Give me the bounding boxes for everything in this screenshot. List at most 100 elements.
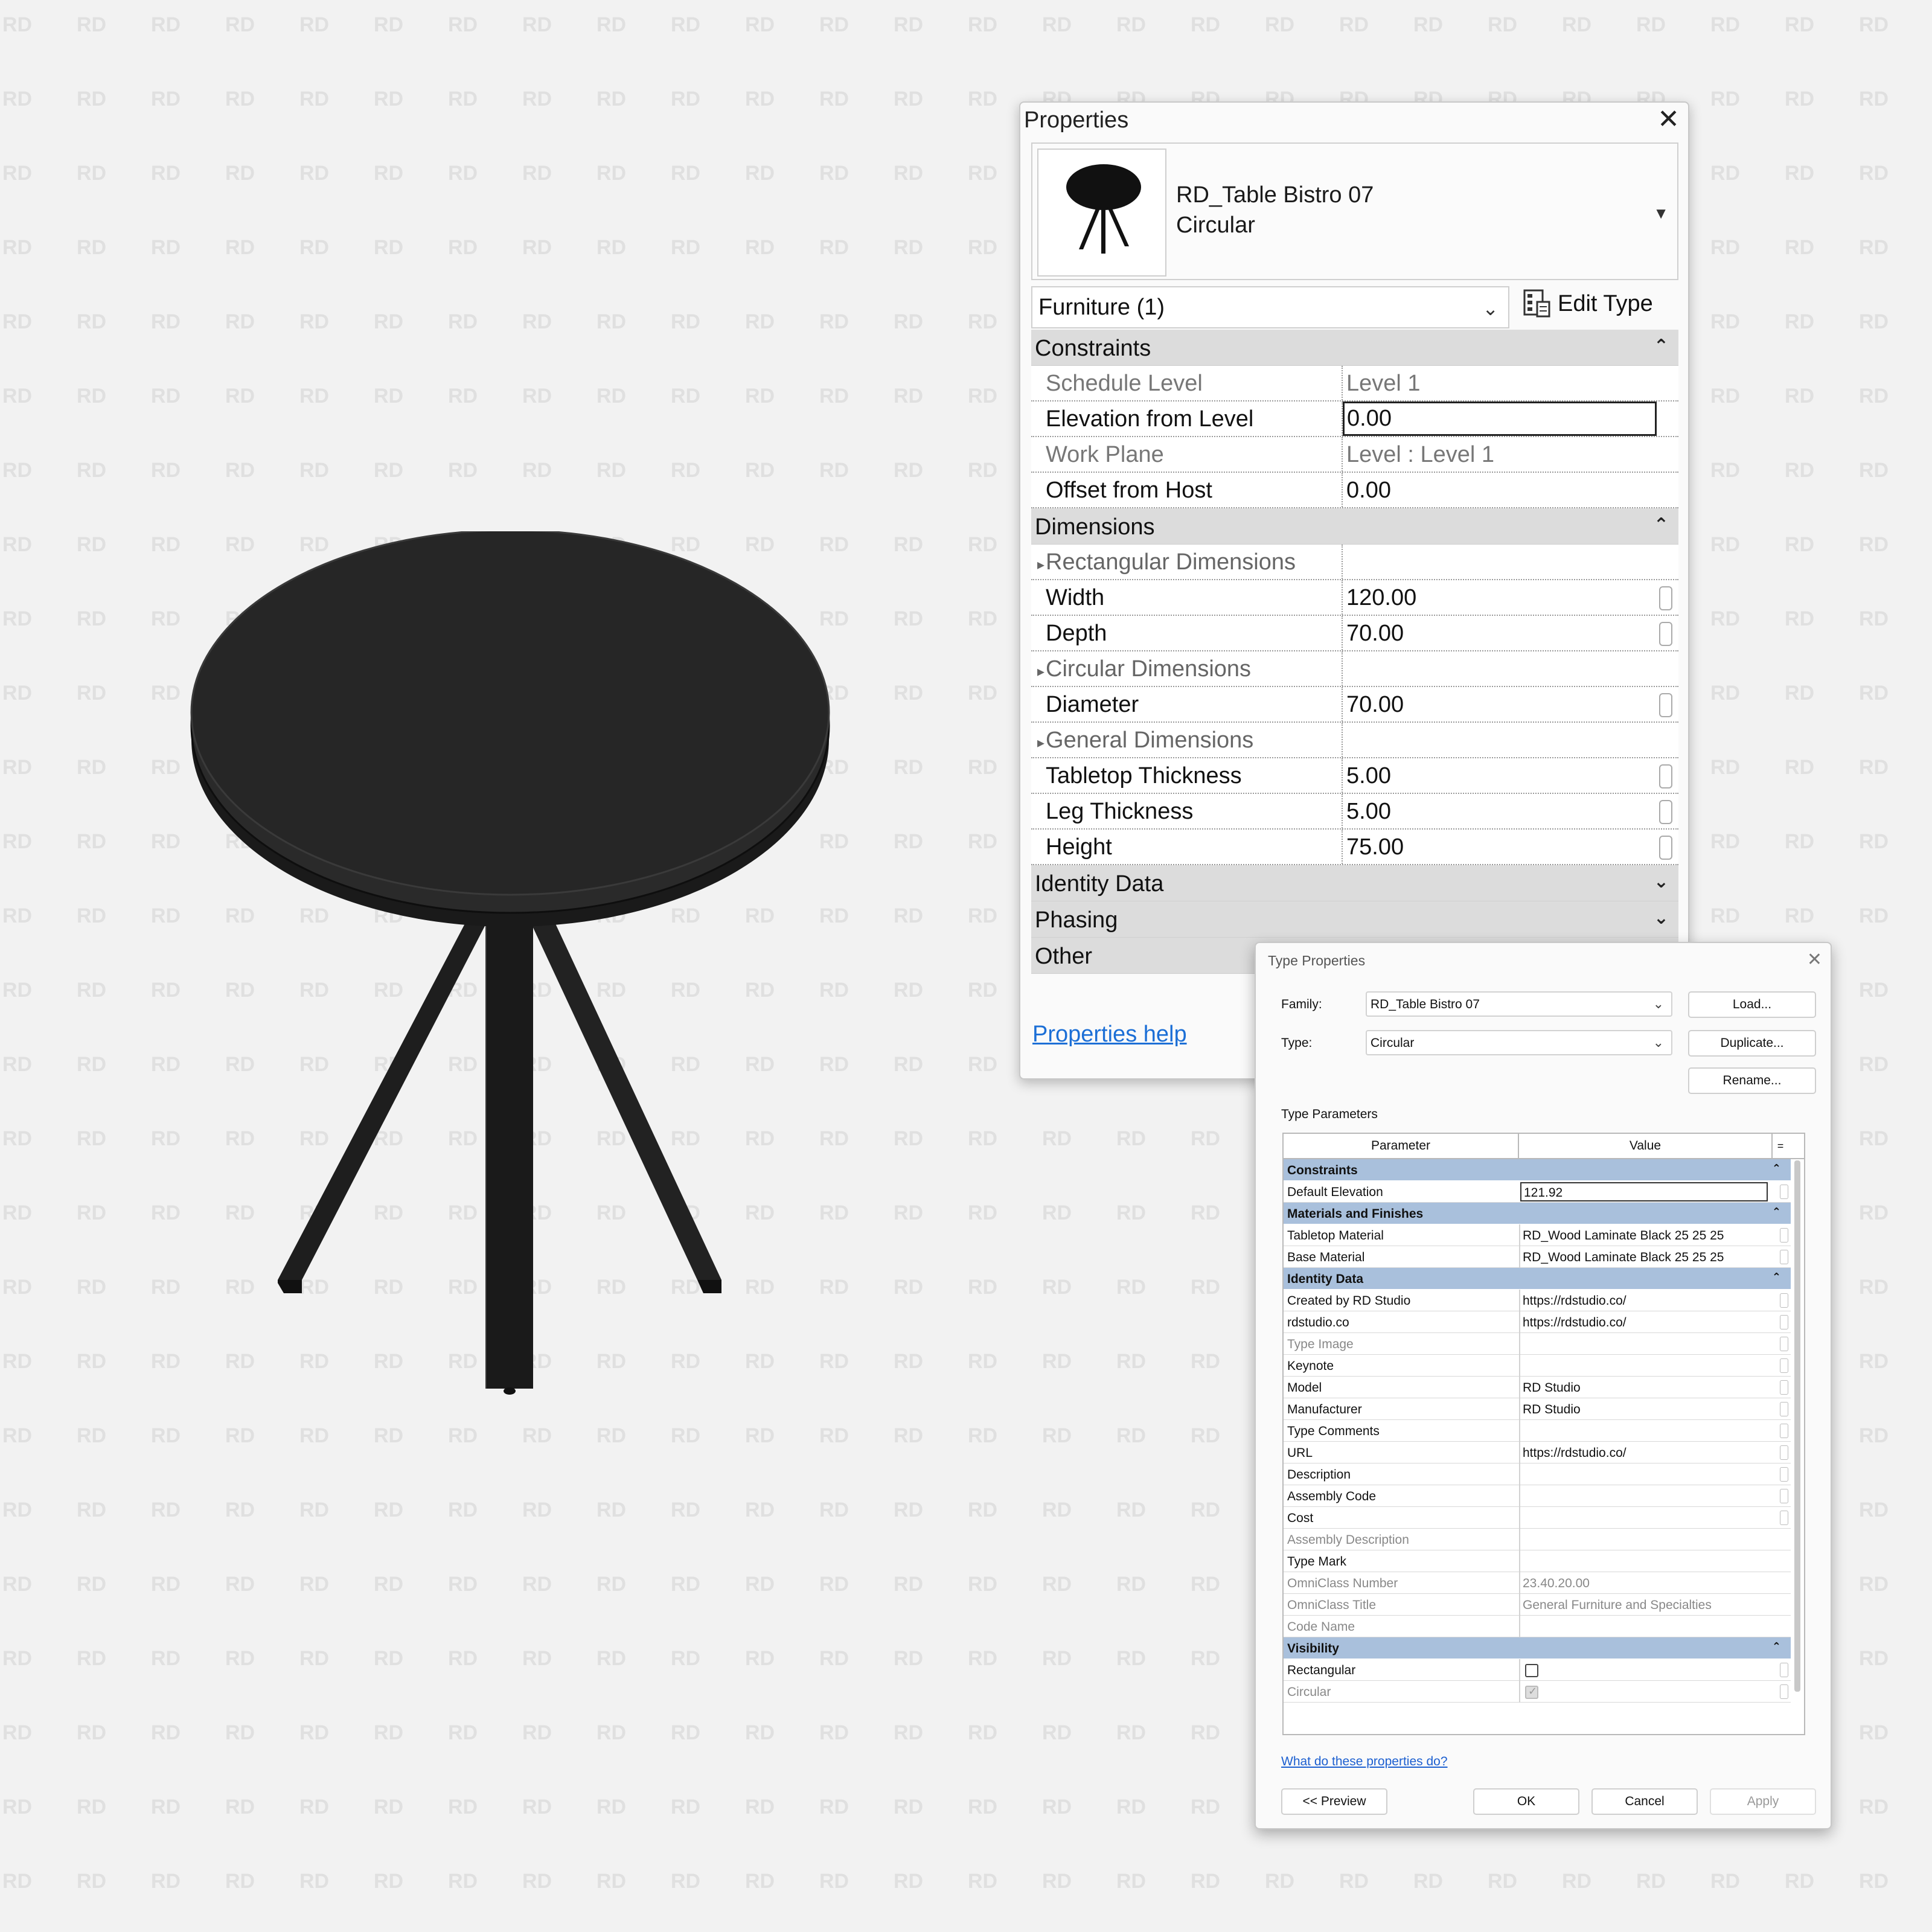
associate-parameter-button[interactable] [1780, 1467, 1788, 1482]
associate-parameter-button[interactable] [1780, 1185, 1788, 1199]
associate-parameter-button[interactable] [1659, 764, 1672, 788]
what-do-these-properties-do-link[interactable]: What do these properties do? [1281, 1754, 1448, 1769]
associate-parameter-button[interactable] [1780, 1445, 1788, 1460]
associate-parameter-button[interactable] [1780, 1337, 1788, 1351]
associate-parameter-button[interactable] [1780, 1511, 1788, 1525]
associate-parameter-button[interactable] [1659, 693, 1672, 717]
expand-icon[interactable]: ⌄ [1654, 907, 1669, 929]
collapse-icon[interactable]: ⌃ [1654, 514, 1669, 536]
load-button[interactable]: Load... [1688, 991, 1816, 1018]
header-value[interactable]: Value [1519, 1134, 1773, 1158]
associate-parameter-button[interactable] [1780, 1315, 1788, 1329]
param-value[interactable]: RD_Wood Laminate Black 25 25 25 [1523, 1250, 1724, 1265]
tp-row-cost[interactable]: Cost [1284, 1507, 1791, 1529]
param-value[interactable]: 70.00 [1346, 621, 1404, 647]
associate-parameter-button[interactable] [1659, 622, 1672, 646]
tp-section-materials[interactable]: Materials and Finishes ⌃ [1284, 1203, 1791, 1224]
associate-parameter-button[interactable] [1659, 800, 1672, 824]
collapse-icon[interactable]: ⌃ [1654, 336, 1669, 357]
section-identity-data[interactable]: Identity Data ⌄ [1031, 865, 1678, 901]
rectangular-checkbox[interactable] [1525, 1664, 1538, 1677]
collapse-icon[interactable]: ⌃ [1772, 1640, 1781, 1653]
row-width[interactable]: Width 120.00 [1031, 580, 1678, 616]
tp-row-type-image[interactable]: Type Image [1284, 1333, 1791, 1355]
tp-row-base-material[interactable]: Base Material RD_Wood Laminate Black 25 2… [1284, 1246, 1791, 1268]
row-diameter[interactable]: Diameter 70.00 [1031, 687, 1678, 723]
tp-row-type-comments[interactable]: Type Comments [1284, 1420, 1791, 1442]
type-selector[interactable]: RD_Table Bistro 07 Circular ▼ [1031, 142, 1678, 280]
section-dimensions[interactable]: Dimensions ⌃ [1031, 508, 1678, 545]
element-filter-dropdown[interactable]: Furniture (1) ⌄ [1031, 286, 1509, 328]
edit-type-button[interactable]: Edit Type [1523, 283, 1674, 325]
param-value[interactable]: RD_Wood Laminate Black 25 25 25 [1523, 1229, 1724, 1243]
param-value[interactable]: https://rdstudio.co/ [1523, 1316, 1627, 1330]
tp-row-default-elevation[interactable]: Default Elevation 121.92 [1284, 1181, 1791, 1203]
param-value[interactable]: RD Studio [1523, 1381, 1581, 1395]
close-icon[interactable]: ✕ [1657, 106, 1680, 133]
collapse-icon[interactable]: ⌃ [1772, 1162, 1781, 1175]
expand-icon[interactable]: ⌄ [1654, 871, 1669, 892]
group-rectangular-dimensions[interactable]: ▸Rectangular Dimensions [1031, 545, 1678, 580]
associate-parameter-button[interactable] [1780, 1684, 1788, 1699]
collapse-icon[interactable]: ⌃ [1772, 1271, 1781, 1284]
default-elevation-input[interactable]: 121.92 [1520, 1182, 1768, 1201]
tp-row-tabletop-material[interactable]: Tabletop Material RD_Wood Laminate Black … [1284, 1224, 1791, 1246]
param-value[interactable]: 5.00 [1346, 799, 1391, 825]
tp-row-assembly-code[interactable]: Assembly Code [1284, 1485, 1791, 1507]
associate-parameter-button[interactable] [1780, 1663, 1788, 1677]
param-value[interactable]: 5.00 [1346, 763, 1391, 789]
family-select[interactable]: RD_Table Bistro 07 ⌄ [1366, 991, 1672, 1017]
section-constraints[interactable]: Constraints ⌃ [1031, 330, 1678, 366]
param-value[interactable]: 0.00 [1346, 478, 1391, 504]
header-parameter[interactable]: Parameter [1284, 1134, 1519, 1158]
associate-parameter-button[interactable] [1780, 1402, 1788, 1416]
bistro-table-3d-view[interactable] [181, 531, 833, 1401]
tp-row-url[interactable]: URL https://rdstudio.co/ [1284, 1442, 1791, 1463]
param-value[interactable]: 120.00 [1346, 585, 1416, 611]
param-value[interactable]: 75.00 [1346, 834, 1404, 860]
tp-row-rdstudio[interactable]: rdstudio.co https://rdstudio.co/ [1284, 1311, 1791, 1333]
associate-parameter-button[interactable] [1659, 586, 1672, 610]
elevation-input[interactable]: 0.00 [1343, 401, 1657, 436]
associate-parameter-button[interactable] [1780, 1424, 1788, 1438]
rename-button[interactable]: Rename... [1688, 1067, 1816, 1094]
param-value[interactable]: 70.00 [1346, 692, 1404, 718]
tp-row-created-by[interactable]: Created by RD Studio https://rdstudio.co/ [1284, 1290, 1791, 1311]
group-circular-dimensions[interactable]: ▸Circular Dimensions [1031, 651, 1678, 687]
associate-parameter-button[interactable] [1780, 1380, 1788, 1395]
associate-parameter-button[interactable] [1780, 1250, 1788, 1264]
tp-row-manufacturer[interactable]: Manufacturer RD Studio [1284, 1398, 1791, 1420]
param-value[interactable]: https://rdstudio.co/ [1523, 1446, 1627, 1460]
associate-parameter-button[interactable] [1780, 1358, 1788, 1373]
row-offset-from-host[interactable]: Offset from Host 0.00 [1031, 473, 1678, 508]
tp-row-model[interactable]: Model RD Studio [1284, 1377, 1791, 1398]
close-icon[interactable]: ✕ [1807, 949, 1822, 970]
duplicate-button[interactable]: Duplicate... [1688, 1030, 1816, 1057]
associate-parameter-button[interactable] [1659, 836, 1672, 860]
row-elevation-from-level[interactable]: Elevation from Level 0.00 [1031, 401, 1678, 437]
preview-button[interactable]: << Preview [1281, 1788, 1387, 1815]
apply-button[interactable]: Apply [1710, 1788, 1816, 1815]
section-phasing[interactable]: Phasing ⌄ [1031, 901, 1678, 938]
scrollbar[interactable] [1794, 1160, 1800, 1692]
tp-row-keynote[interactable]: Keynote [1284, 1355, 1791, 1377]
param-value[interactable]: https://rdstudio.co/ [1523, 1294, 1627, 1308]
ok-button[interactable]: OK [1473, 1788, 1579, 1815]
group-general-dimensions[interactable]: ▸General Dimensions [1031, 723, 1678, 758]
tp-row-description[interactable]: Description [1284, 1463, 1791, 1485]
row-depth[interactable]: Depth 70.00 [1031, 616, 1678, 651]
tp-section-identity[interactable]: Identity Data ⌃ [1284, 1268, 1791, 1290]
cancel-button[interactable]: Cancel [1591, 1788, 1698, 1815]
row-height[interactable]: Height 75.00 [1031, 830, 1678, 865]
collapse-icon[interactable]: ⌃ [1772, 1206, 1781, 1218]
associate-parameter-button[interactable] [1780, 1489, 1788, 1503]
dropdown-arrow-icon[interactable]: ▼ [1653, 204, 1669, 223]
tp-section-visibility[interactable]: Visibility ⌃ [1284, 1637, 1791, 1659]
param-value[interactable]: RD Studio [1523, 1403, 1581, 1417]
tp-section-constraints[interactable]: Constraints ⌃ [1284, 1159, 1791, 1181]
row-tabletop-thickness[interactable]: Tabletop Thickness 5.00 [1031, 758, 1678, 794]
properties-help-link[interactable]: Properties help [1032, 1022, 1187, 1048]
row-leg-thickness[interactable]: Leg Thickness 5.00 [1031, 794, 1678, 830]
associate-parameter-button[interactable] [1780, 1293, 1788, 1308]
tp-row-rectangular[interactable]: Rectangular [1284, 1659, 1791, 1681]
